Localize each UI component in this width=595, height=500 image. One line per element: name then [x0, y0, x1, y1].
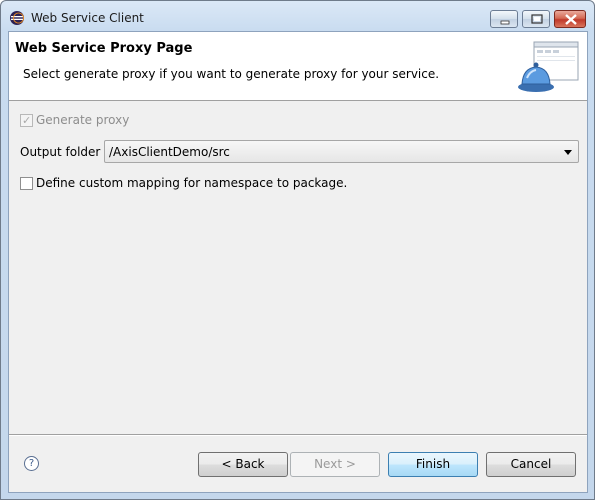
- minimize-button[interactable]: [490, 10, 518, 28]
- maximize-button[interactable]: [522, 10, 550, 28]
- window-title: Web Service Client: [31, 11, 144, 25]
- next-button[interactable]: Next >: [290, 452, 380, 477]
- checkmark-icon: ✓: [22, 114, 32, 127]
- help-icon[interactable]: ?: [24, 456, 39, 471]
- footer-divider: [9, 434, 587, 436]
- restore-icon: [531, 14, 543, 24]
- page-description: Select generate proxy if you want to gen…: [23, 67, 440, 81]
- output-folder-label: Output folder: [20, 145, 101, 159]
- close-icon: [565, 14, 577, 25]
- page-title: Web Service Proxy Page: [15, 41, 193, 56]
- chevron-down-icon[interactable]: [564, 150, 572, 155]
- eclipse-icon: [10, 11, 24, 25]
- back-button[interactable]: < Back: [198, 452, 288, 477]
- minimize-icon: [500, 20, 510, 25]
- generate-proxy-label: Generate proxy: [36, 113, 130, 127]
- finish-button[interactable]: Finish: [388, 452, 478, 477]
- wizard-window: Web Service Client Web Service Proxy Pag…: [0, 0, 595, 500]
- generate-proxy-box[interactable]: ✓: [20, 114, 33, 127]
- output-folder-value: /AxisClientDemo/src: [109, 145, 230, 159]
- custom-mapping-label: Define custom mapping for namespace to p…: [36, 176, 348, 190]
- web-service-wizard-icon: [518, 41, 579, 92]
- wizard-content: Web Service Proxy Page Select generate p…: [8, 31, 588, 493]
- title-bar[interactable]: Web Service Client: [1, 1, 594, 31]
- wizard-banner: Web Service Proxy Page Select generate p…: [9, 32, 587, 101]
- custom-mapping-box[interactable]: [20, 177, 33, 190]
- output-folder-combo[interactable]: /AxisClientDemo/src: [104, 140, 579, 163]
- close-button[interactable]: [554, 10, 586, 28]
- cancel-button[interactable]: Cancel: [486, 452, 576, 477]
